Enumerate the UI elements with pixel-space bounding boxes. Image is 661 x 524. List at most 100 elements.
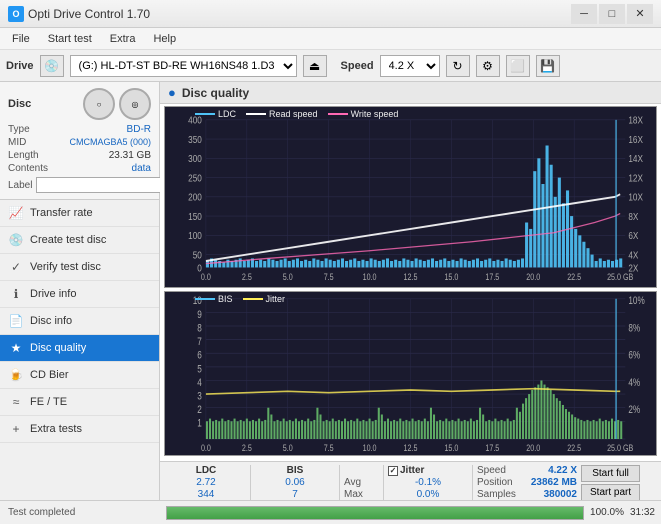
svg-text:7.5: 7.5: [324, 273, 334, 283]
svg-text:8%: 8%: [628, 322, 640, 334]
menu-start-test[interactable]: Start test: [40, 31, 100, 47]
mid-value: CMCMAGBA5 (000): [69, 137, 151, 148]
bottom-progress-area: 100.0% 31:32: [160, 500, 661, 524]
close-button[interactable]: ✕: [627, 4, 653, 24]
nav-fe-te[interactable]: ≈ FE / TE: [0, 389, 159, 416]
nav-verify-test-disc[interactable]: ✓ Verify test disc: [0, 254, 159, 281]
eject-button[interactable]: ⏏: [303, 55, 327, 77]
maximize-button[interactable]: □: [599, 4, 625, 24]
nav-transfer-rate-label: Transfer rate: [30, 207, 93, 219]
quality-panel-title: Disc quality: [182, 86, 249, 100]
bis-chart: BIS Jitter: [164, 291, 657, 456]
menubar: File Start test Extra Help: [0, 28, 661, 50]
app-icon: O: [8, 6, 24, 22]
speed-select[interactable]: 4.2 X: [380, 55, 440, 77]
menu-file[interactable]: File: [4, 31, 38, 47]
chart2-svg: 10 9 8 7 6 5 4 3 2 1 10% 8%: [165, 292, 656, 455]
svg-text:350: 350: [188, 134, 202, 145]
content-area: ● Disc quality LDC Read speed: [160, 82, 661, 524]
drive-icon[interactable]: 💿: [40, 55, 64, 77]
compare-button[interactable]: ⬜: [506, 55, 530, 77]
speed-key: Speed: [477, 465, 506, 476]
svg-text:1: 1: [197, 417, 202, 429]
menu-extra[interactable]: Extra: [102, 31, 144, 47]
samples-row: Samples 380002: [477, 489, 577, 500]
jitter-legend: Jitter: [243, 294, 286, 304]
nav-extra-tests[interactable]: + Extra tests: [0, 416, 159, 443]
write-speed-legend: Write speed: [328, 109, 399, 119]
progress-bar-container: [166, 506, 584, 520]
action-buttons: Start full Start part: [581, 465, 640, 501]
nav-drive-info[interactable]: ℹ Drive info: [0, 281, 159, 308]
svg-text:50: 50: [193, 250, 202, 261]
minimize-button[interactable]: ─: [571, 4, 597, 24]
write-speed-legend-label: Write speed: [351, 109, 399, 119]
svg-text:7.5: 7.5: [324, 442, 334, 453]
svg-text:15.0: 15.0: [444, 442, 458, 453]
bis-avg-value: 0.06: [255, 477, 335, 488]
svg-text:5.0: 5.0: [283, 442, 293, 453]
titlebar: O Opti Drive Control 1.70 ─ □ ✕: [0, 0, 661, 28]
disc-quality-icon: ★: [8, 340, 24, 356]
chart1-svg: 400 350 300 250 200 150 100 50 0 18X 16X: [165, 107, 656, 287]
drive-select[interactable]: (G:) HL-DT-ST BD-RE WH16NS48 1.D3: [70, 55, 297, 77]
svg-text:17.5: 17.5: [485, 273, 499, 283]
ldc-legend: LDC: [195, 109, 236, 119]
svg-text:8: 8: [197, 322, 202, 334]
nav-transfer-rate[interactable]: 📈 Transfer rate: [0, 200, 159, 227]
svg-text:100: 100: [188, 230, 202, 241]
ldc-max-value: 344: [166, 489, 246, 500]
svg-text:6%: 6%: [628, 349, 640, 361]
drive-info-icon: ℹ: [8, 286, 24, 302]
elapsed-time: 31:32: [630, 507, 655, 518]
contents-label: Contents: [8, 163, 48, 174]
svg-text:250: 250: [188, 173, 202, 184]
label-field-label: Label: [8, 180, 32, 191]
disc-contents-row: Contents data: [8, 163, 151, 174]
start-full-button[interactable]: Start full: [581, 465, 640, 482]
nav-create-test-disc-label: Create test disc: [30, 234, 106, 246]
svg-text:10.0: 10.0: [363, 273, 377, 283]
nav-extra-tests-label: Extra tests: [30, 423, 82, 435]
refresh-button[interactable]: ↻: [446, 55, 470, 77]
svg-text:2.5: 2.5: [242, 273, 252, 283]
disc-icon-2: ◎: [119, 88, 151, 120]
svg-text:4: 4: [197, 377, 202, 389]
settings-button[interactable]: ⚙: [476, 55, 500, 77]
start-part-button[interactable]: Start part: [581, 484, 640, 501]
svg-text:9: 9: [197, 308, 202, 320]
jitter-header: ✓ Jitter: [388, 465, 468, 476]
nav-disc-info[interactable]: 📄 Disc info: [0, 308, 159, 335]
svg-text:8X: 8X: [628, 211, 638, 222]
label-input[interactable]: [36, 177, 174, 193]
svg-text:200: 200: [188, 192, 202, 203]
position-row: Position 23862 MB: [477, 477, 577, 488]
svg-text:25.0 GB: 25.0 GB: [607, 442, 634, 453]
type-value: BD-R: [127, 124, 151, 135]
svg-text:6X: 6X: [628, 230, 638, 241]
svg-text:2%: 2%: [628, 404, 640, 416]
save-button[interactable]: 💾: [536, 55, 560, 77]
svg-text:17.5: 17.5: [485, 442, 499, 453]
svg-text:12X: 12X: [628, 173, 643, 184]
avg-label: Avg: [344, 477, 379, 488]
read-speed-legend-label: Read speed: [269, 109, 318, 119]
svg-text:14X: 14X: [628, 153, 643, 164]
svg-text:0.0: 0.0: [201, 442, 211, 453]
svg-text:10X: 10X: [628, 192, 643, 203]
nav-cd-bier[interactable]: 🍺 CD Bier: [0, 362, 159, 389]
disc-info-icon: 📄: [8, 313, 24, 329]
main-area: Disc ○ ◎ Type BD-R MID CMCMAGBA5 (000) L…: [0, 82, 661, 524]
disc-header: Disc ○ ◎: [8, 88, 151, 120]
menu-help[interactable]: Help: [145, 31, 184, 47]
length-label: Length: [8, 150, 39, 161]
svg-text:300: 300: [188, 153, 202, 164]
nav-disc-quality[interactable]: ★ Disc quality: [0, 335, 159, 362]
nav-fe-te-label: FE / TE: [30, 396, 67, 408]
nav-create-test-disc[interactable]: 💿 Create test disc: [0, 227, 159, 254]
disc-info-panel: Disc ○ ◎ Type BD-R MID CMCMAGBA5 (000) L…: [0, 82, 159, 200]
jitter-checkbox[interactable]: ✓: [388, 466, 398, 476]
samples-key: Samples: [477, 489, 516, 500]
svg-text:10%: 10%: [628, 295, 645, 307]
svg-text:20.0: 20.0: [526, 273, 540, 283]
